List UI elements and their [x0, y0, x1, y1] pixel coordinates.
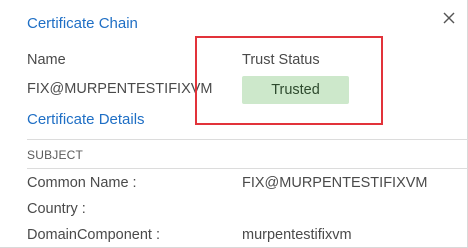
certificate-name-value: FIX@MURPENTESTIFIXVM	[27, 81, 213, 97]
close-icon[interactable]	[441, 10, 457, 26]
certificate-chain-title: Certificate Chain	[27, 15, 138, 32]
row-value: murpentestifixvm	[242, 227, 352, 243]
section-divider	[27, 168, 468, 169]
section-divider	[27, 139, 468, 140]
certificate-details-title: Certificate Details	[27, 111, 145, 128]
trust-status-highlight	[195, 36, 383, 125]
certificate-dialog: Certificate Chain Name Trust Status FIX@…	[0, 0, 468, 248]
row-value: FIX@MURPENTESTIFIXVM	[242, 175, 428, 191]
row-label: DomainComponent :	[27, 227, 160, 243]
row-label: Common Name :	[27, 175, 137, 191]
subject-section-label: SUBJECT	[27, 148, 84, 162]
name-column-label: Name	[27, 52, 66, 68]
row-label: Country :	[27, 201, 86, 217]
